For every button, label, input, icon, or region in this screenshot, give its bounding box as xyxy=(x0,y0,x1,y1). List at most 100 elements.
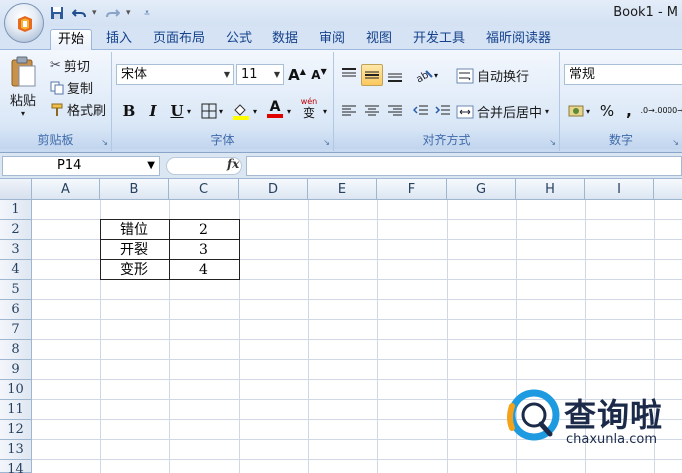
align-top-button[interactable] xyxy=(338,64,360,86)
font-color-dropdown-icon[interactable]: ▾ xyxy=(284,100,294,122)
number-launcher-icon[interactable]: ↘ xyxy=(672,138,679,147)
column-header-i[interactable]: I xyxy=(585,179,654,200)
alignment-launcher-icon[interactable]: ↘ xyxy=(549,138,556,147)
tab-insert[interactable]: 插入 xyxy=(106,29,132,50)
column-header-a[interactable]: A xyxy=(32,179,100,200)
row-header-13[interactable]: 13 xyxy=(0,440,32,460)
merge-center-button[interactable]: 合并后居中 ▾ xyxy=(456,102,549,121)
column-header-g[interactable]: G xyxy=(447,179,516,200)
row-header-1[interactable]: 1 xyxy=(0,200,32,220)
fill-color-dropdown-icon[interactable]: ▾ xyxy=(250,100,260,122)
align-top-icon xyxy=(342,68,356,77)
align-middle-button[interactable] xyxy=(361,64,383,86)
comma-label: , xyxy=(626,102,632,120)
cut-button[interactable]: ✂ 剪切 xyxy=(50,56,90,75)
column-header-h[interactable]: H xyxy=(516,179,585,200)
title-bar: ▾ ▾ ⩡ Book1 - M xyxy=(0,0,682,26)
name-box[interactable]: P14 ▼ xyxy=(2,156,160,176)
cell-b2[interactable]: 错位 xyxy=(120,220,148,240)
undo-icon[interactable] xyxy=(70,4,88,22)
redo-dropdown-icon[interactable]: ▾ xyxy=(126,8,134,18)
column-header-c[interactable]: C xyxy=(169,179,239,200)
underline-dropdown-icon[interactable]: ▾ xyxy=(184,100,194,122)
shrink-font-button[interactable]: A ▼ xyxy=(308,64,330,86)
cell-c3[interactable]: 3 xyxy=(199,240,208,260)
paste-button[interactable]: 粘贴 ▾ xyxy=(6,56,40,128)
comma-button[interactable]: , xyxy=(618,100,640,122)
row-header-4[interactable]: 4 xyxy=(0,260,32,280)
row-header-8[interactable]: 8 xyxy=(0,340,32,360)
font-color-button[interactable]: A xyxy=(264,98,286,120)
align-right-button[interactable] xyxy=(384,100,406,122)
phonetic-button[interactable]: wén 变 xyxy=(296,98,322,121)
tab-formulas[interactable]: 公式 xyxy=(226,29,252,50)
decrease-indent-icon xyxy=(413,105,428,115)
undo-dropdown-icon[interactable]: ▾ xyxy=(92,8,100,18)
increase-decimal-button[interactable]: .0→.00 xyxy=(640,100,667,122)
increase-indent-button[interactable] xyxy=(432,100,454,122)
fill-color-button[interactable] xyxy=(230,100,252,122)
row-header-10[interactable]: 10 xyxy=(0,380,32,400)
tab-page-layout[interactable]: 页面布局 xyxy=(153,29,205,50)
align-bottom-button[interactable] xyxy=(384,64,406,86)
office-button[interactable] xyxy=(4,3,44,43)
clipboard-launcher-icon[interactable]: ↘ xyxy=(101,138,108,147)
cell-c2[interactable]: 2 xyxy=(199,220,208,240)
font-size-combo[interactable]: 11 ▼ xyxy=(236,64,284,85)
row-header-14[interactable]: 14 xyxy=(0,460,32,473)
accounting-format-button[interactable]: ▾ xyxy=(564,100,594,122)
number-format-combo[interactable]: 常规 xyxy=(564,64,682,85)
tab-view[interactable]: 视图 xyxy=(366,29,392,50)
percent-button[interactable]: % xyxy=(596,100,618,122)
cell-c4[interactable]: 4 xyxy=(199,260,208,280)
column-header-j[interactable] xyxy=(654,179,682,200)
tab-developer[interactable]: 开发工具 xyxy=(413,29,465,50)
shrink-font-label: A xyxy=(311,68,321,82)
wrap-text-button[interactable]: 自动换行 xyxy=(456,66,529,85)
align-middle-icon xyxy=(365,71,379,79)
align-left-button[interactable] xyxy=(338,100,360,122)
insert-function-button[interactable]: fx xyxy=(227,157,239,171)
row-header-9[interactable]: 9 xyxy=(0,360,32,380)
borders-dropdown-icon[interactable]: ▾ xyxy=(216,100,226,122)
cell-b3[interactable]: 开裂 xyxy=(120,240,148,260)
column-header-f[interactable]: F xyxy=(377,179,447,200)
italic-button[interactable]: I xyxy=(142,100,164,122)
grow-font-button[interactable]: A ▲ xyxy=(286,64,308,86)
save-icon[interactable] xyxy=(48,4,66,22)
phonetic-dropdown-icon[interactable]: ▾ xyxy=(320,100,330,122)
copy-button[interactable]: 复制 xyxy=(50,78,93,97)
row-header-7[interactable]: 7 xyxy=(0,320,32,340)
decrease-decimal-button[interactable]: .00→.0 xyxy=(668,100,682,122)
tab-home[interactable]: 开始 xyxy=(50,29,93,50)
column-header-e[interactable]: E xyxy=(308,179,377,200)
formula-input[interactable] xyxy=(246,156,682,176)
column-header-d[interactable]: D xyxy=(239,179,308,200)
decrease-indent-button[interactable] xyxy=(410,100,432,122)
name-box-dropdown-icon[interactable]: ▼ xyxy=(147,157,155,175)
orientation-button[interactable]: ab ▾ xyxy=(412,64,440,86)
customize-toolbar-icon[interactable]: ⩡ xyxy=(138,4,156,22)
row-header-12[interactable]: 12 xyxy=(0,420,32,440)
column-header-b[interactable]: B xyxy=(100,179,169,200)
row-header-6[interactable]: 6 xyxy=(0,300,32,320)
redo-icon[interactable] xyxy=(104,4,122,22)
select-all-button[interactable] xyxy=(0,179,32,200)
quick-access-toolbar: ▾ ▾ ⩡ xyxy=(48,3,156,23)
font-name-combo[interactable]: 宋体 ▼ xyxy=(116,64,234,85)
accounting-dropdown-icon: ▾ xyxy=(585,106,590,116)
tab-foxit-reader[interactable]: 福昕阅读器 xyxy=(486,29,551,50)
alignment-group: ab ▾ 自动换行 合并后居中 ▾ 对齐方式 ↘ xyxy=(334,52,560,151)
tab-review[interactable]: 审阅 xyxy=(319,29,345,50)
row-header-5[interactable]: 5 xyxy=(0,280,32,300)
font-launcher-icon[interactable]: ↘ xyxy=(323,138,330,147)
tab-data[interactable]: 数据 xyxy=(272,29,298,50)
bold-button[interactable]: B xyxy=(118,100,140,122)
align-center-button[interactable] xyxy=(361,100,383,122)
cell-b4[interactable]: 变形 xyxy=(120,260,148,280)
row-header-2[interactable]: 2 xyxy=(0,220,32,240)
format-painter-button[interactable]: 格式刷 xyxy=(50,100,106,119)
row-header-11[interactable]: 11 xyxy=(0,400,32,420)
row-header-3[interactable]: 3 xyxy=(0,240,32,260)
gridline xyxy=(308,200,309,473)
